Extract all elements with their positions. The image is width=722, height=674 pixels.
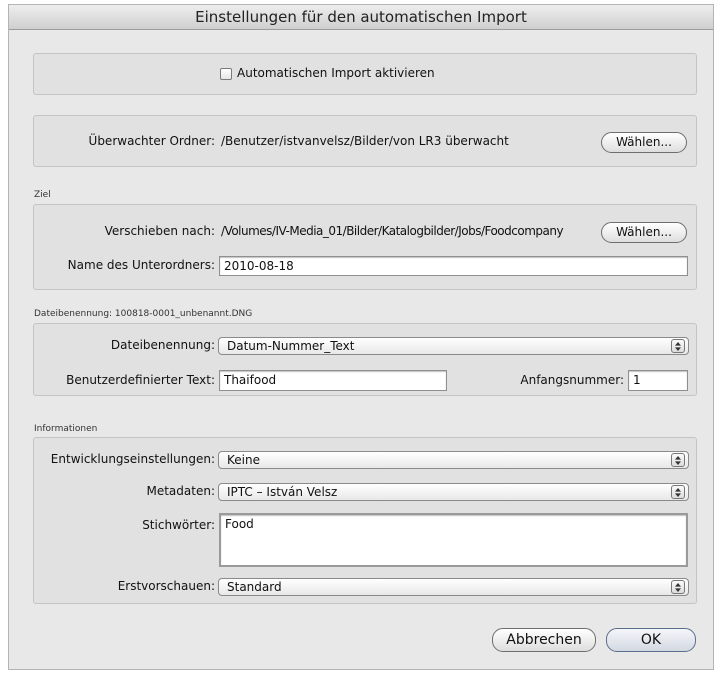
subfolder-input[interactable]: 2010-08-18 [219,256,688,276]
start-number-label: Anfangsnummer: [520,373,624,387]
naming-template-value: Datum-Nummer_Text [227,339,355,353]
naming-panel: Dateibenennung: Datum-Nummer_Text Benutz… [33,323,697,396]
auto-import-panel: Automatischen Import aktivieren [33,53,697,95]
watched-folder-path: /Benutzer/istvanvelsz/Bilder/von LR3 übe… [221,134,509,148]
destination-choose-button[interactable]: Wählen... [601,222,687,243]
auto-import-checkbox[interactable] [220,68,232,80]
preview-value: Standard [227,580,282,594]
develop-settings-value: Keine [227,453,260,467]
metadata-label: Metadaten: [146,484,215,498]
preview-popup[interactable]: Standard [218,578,689,596]
destination-panel: Verschieben nach: /Volumes/IV-Media_01/B… [33,204,697,290]
info-section-label: Informationen [34,424,98,434]
auto-import-label: Automatischen Import aktivieren [237,66,435,80]
keywords-label: Stichwörter: [142,518,215,532]
custom-text-input[interactable]: Thaifood [219,370,447,391]
dialog-window: Einstellungen für den automatischen Impo… [8,4,714,670]
metadata-value: IPTC – István Velsz [227,485,338,499]
popup-arrows-icon [671,580,685,594]
naming-template-popup[interactable]: Datum-Nummer_Text [218,337,689,355]
watched-folder-label: Überwachter Ordner: [88,134,215,148]
preview-label: Erstvorschauen: [117,579,215,593]
naming-label: Dateibenennung: [110,338,215,352]
popup-arrows-icon [671,453,685,467]
destination-section-label: Ziel [34,190,51,200]
cancel-button[interactable]: Abbrechen [492,628,596,652]
watched-folder-panel: Überwachter Ordner: /Benutzer/istvanvels… [33,115,697,167]
move-to-path: /Volumes/IV-Media_01/Bilder/Katalogbilde… [221,224,564,238]
develop-settings-popup[interactable]: Keine [218,451,689,469]
popup-arrows-icon [671,339,685,353]
custom-text-label: Benutzerdefinierter Text: [66,373,215,387]
popup-arrows-icon [671,485,685,499]
naming-section-label: Dateibenennung: 100818-0001_unbenannt.DN… [34,309,253,319]
ok-button[interactable]: OK [606,628,696,652]
develop-settings-label: Entwicklungseinstellungen: [50,452,215,466]
watched-choose-button[interactable]: Wählen... [601,132,687,153]
start-number-input[interactable]: 1 [628,370,688,391]
info-panel: Entwicklungseinstellungen: Keine Metadat… [33,437,697,604]
subfolder-label: Name des Unterordners: [67,258,215,272]
move-to-label: Verschieben nach: [104,224,215,238]
window-title: Einstellungen für den automatischen Impo… [9,5,713,30]
keywords-textarea[interactable]: Food [219,513,688,567]
metadata-popup[interactable]: IPTC – István Velsz [218,483,689,501]
